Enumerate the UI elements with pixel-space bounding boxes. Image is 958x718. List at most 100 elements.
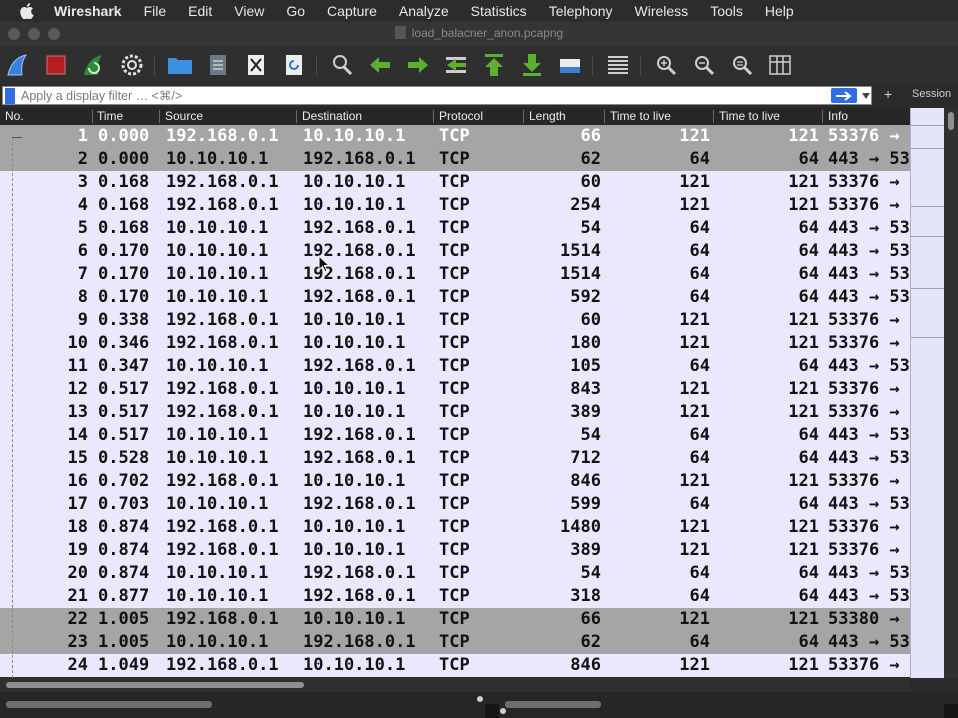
column-separator[interactable] [92, 110, 93, 123]
column-header-source[interactable]: Source [165, 109, 203, 123]
column-header-ttl-1[interactable]: Time to live [610, 109, 671, 123]
menu-edit[interactable]: Edit [188, 3, 212, 19]
go-last-packet-icon[interactable] [519, 52, 545, 78]
column-header-ttl-2[interactable]: Time to live [719, 109, 780, 123]
column-separator[interactable] [822, 110, 823, 123]
colorize-icon[interactable] [605, 52, 631, 78]
packet-row[interactable]: 15 0.528 10.10.10.1 192.168.0.1 TCP 712 64 64 44… [0, 447, 910, 470]
menu-go[interactable]: Go [286, 3, 305, 19]
capture-options-gear-icon[interactable] [119, 52, 145, 78]
packet-cell-dst: 192.168.0.1 [303, 494, 416, 514]
column-separator[interactable] [523, 110, 524, 123]
column-separator[interactable] [159, 110, 160, 123]
display-filter-input[interactable] [21, 88, 821, 103]
resize-columns-icon[interactable] [767, 52, 793, 78]
packet-row[interactable]: 20 0.874 10.10.10.1 192.168.0.1 TCP 54 64 64 443… [0, 562, 910, 585]
reload-file-icon[interactable] [281, 52, 307, 78]
pane-splitter-handle-2[interactable] [500, 708, 506, 714]
zoom-in-icon[interactable] [653, 52, 679, 78]
packet-row[interactable]: 21 0.877 10.10.10.1 192.168.0.1 TCP 318 64 64 44… [0, 585, 910, 608]
packet-row[interactable]: 23 1.005 10.10.10.1 192.168.0.1 TCP 62 64 64 443… [0, 631, 910, 654]
menu-wireless[interactable]: Wireless [635, 3, 689, 19]
column-separator[interactable] [713, 110, 714, 123]
packet-row[interactable]: 9 0.338 192.168.0.1 10.10.10.1 TCP 60 121 121 53… [0, 309, 910, 332]
menu-tools[interactable]: Tools [710, 3, 743, 19]
detail-scroll-thumb[interactable] [6, 701, 212, 708]
column-header-no[interactable]: No. [5, 109, 24, 123]
packet-row[interactable]: 16 0.702 192.168.0.1 10.10.10.1 TCP 846 121 121… [0, 470, 910, 493]
pane-divider[interactable] [485, 704, 499, 718]
bytes-scroll-thumb[interactable] [505, 701, 601, 708]
packet-row[interactable]: 1 0.000 192.168.0.1 10.10.10.1 TCP 66 121 121 53… [0, 125, 910, 148]
menu-app-name[interactable]: Wireshark [54, 3, 122, 19]
packet-cell-no: 11 [67, 356, 88, 376]
save-file-icon[interactable] [205, 52, 231, 78]
column-header-time[interactable]: Time [97, 109, 123, 123]
packet-row[interactable]: 12 0.517 192.168.0.1 10.10.10.1 TCP 843 121 121… [0, 378, 910, 401]
stop-square-icon[interactable] [43, 52, 69, 78]
packet-row[interactable]: 3 0.168 192.168.0.1 10.10.10.1 TCP 60 121 121 53… [0, 171, 910, 194]
session-label[interactable]: Session [912, 88, 951, 100]
menu-help[interactable]: Help [765, 3, 794, 19]
packet-row[interactable]: 11 0.347 10.10.10.1 192.168.0.1 TCP 105 64 64 44… [0, 355, 910, 378]
display-filter-field[interactable] [2, 86, 872, 105]
packet-row[interactable]: 18 0.874 192.168.0.1 10.10.10.1 TCP 1480 121 12… [0, 516, 910, 539]
packet-minimap[interactable] [910, 108, 945, 678]
add-filter-button[interactable]: + [884, 86, 892, 102]
packet-cell-ttl2: 121 [788, 379, 819, 399]
packet-row[interactable]: 22 1.005 192.168.0.1 10.10.10.1 TCP 66 121 121 5… [0, 608, 910, 631]
zoom-out-icon[interactable] [691, 52, 717, 78]
pane-splitter-handle[interactable] [477, 696, 483, 702]
packet-cell-ttl1: 121 [679, 310, 710, 330]
column-separator[interactable] [604, 110, 605, 123]
vertical-scrollbar[interactable] [944, 108, 958, 678]
packet-list[interactable]: 1 0.000 192.168.0.1 10.10.10.1 TCP 66 121 121 53… [0, 125, 910, 677]
apply-filter-arrow-icon[interactable] [831, 88, 857, 103]
vertical-scroll-thumb[interactable] [948, 112, 954, 130]
packet-row[interactable]: 10 0.346 192.168.0.1 10.10.10.1 TCP 180 121 121… [0, 332, 910, 355]
packet-row[interactable]: 7 0.170 10.10.10.1 192.168.0.1 TCP 1514 64 64 44… [0, 263, 910, 286]
column-header-destination[interactable]: Destination [302, 109, 362, 123]
close-file-icon[interactable] [243, 52, 269, 78]
open-folder-icon[interactable] [167, 52, 193, 78]
menu-statistics[interactable]: Statistics [471, 3, 527, 19]
zoom-normal-icon[interactable] [729, 52, 755, 78]
restart-fin-icon[interactable] [81, 52, 107, 78]
packet-cell-src: 192.168.0.1 [166, 471, 279, 491]
menu-analyze[interactable]: Analyze [399, 3, 449, 19]
column-header-protocol[interactable]: Protocol [439, 109, 483, 123]
apple-logo-icon[interactable] [20, 3, 36, 19]
packet-row[interactable]: 5 0.168 10.10.10.1 192.168.0.1 TCP 54 64 64 443 … [0, 217, 910, 240]
horizontal-scrollbar[interactable] [0, 678, 910, 692]
packet-row[interactable]: 24 1.049 192.168.0.1 10.10.10.1 TCP 846 121 121… [0, 654, 910, 677]
packet-row[interactable]: 14 0.517 10.10.10.1 192.168.0.1 TCP 54 64 64 443… [0, 424, 910, 447]
column-separator[interactable] [296, 110, 297, 123]
packet-row[interactable]: 8 0.170 10.10.10.1 192.168.0.1 TCP 592 64 64 443… [0, 286, 910, 309]
packet-row[interactable]: 6 0.170 10.10.10.1 192.168.0.1 TCP 1514 64 64 44… [0, 240, 910, 263]
menu-capture[interactable]: Capture [327, 3, 377, 19]
go-first-packet-icon[interactable] [481, 52, 507, 78]
packet-row[interactable]: 17 0.703 10.10.10.1 192.168.0.1 TCP 599 64 64 44… [0, 493, 910, 516]
horizontal-scroll-thumb[interactable] [6, 682, 304, 688]
menu-telephony[interactable]: Telephony [549, 3, 613, 19]
find-packet-icon[interactable] [329, 52, 355, 78]
go-to-packet-icon[interactable] [443, 52, 469, 78]
column-separator[interactable] [433, 110, 434, 123]
column-header-info[interactable]: Info [828, 109, 848, 123]
packet-cell-len: 843 [570, 379, 601, 399]
shark-fin-start-icon[interactable] [5, 52, 31, 78]
packet-row[interactable]: 4 0.168 192.168.0.1 10.10.10.1 TCP 254 121 121 5… [0, 194, 910, 217]
column-header-length[interactable]: Length [529, 109, 566, 123]
go-forward-arrow-icon[interactable] [405, 52, 431, 78]
packet-row[interactable]: 19 0.874 192.168.0.1 10.10.10.1 TCP 389 121 121… [0, 539, 910, 562]
packet-cell-src: 10.10.10.1 [166, 494, 269, 514]
go-back-arrow-icon[interactable] [367, 52, 393, 78]
menu-view[interactable]: View [234, 3, 264, 19]
filter-bookmark-icon[interactable] [5, 88, 15, 104]
packet-cell-ttl2: 64 [798, 586, 819, 606]
packet-row[interactable]: 13 0.517 192.168.0.1 10.10.10.1 TCP 389 121 121… [0, 401, 910, 424]
menu-file[interactable]: File [144, 3, 167, 19]
packet-row[interactable]: 2 0.000 10.10.10.1 192.168.0.1 TCP 62 64 64 443 … [0, 148, 910, 171]
filter-history-chevron-icon[interactable] [859, 88, 873, 103]
auto-scroll-icon[interactable] [557, 52, 583, 78]
